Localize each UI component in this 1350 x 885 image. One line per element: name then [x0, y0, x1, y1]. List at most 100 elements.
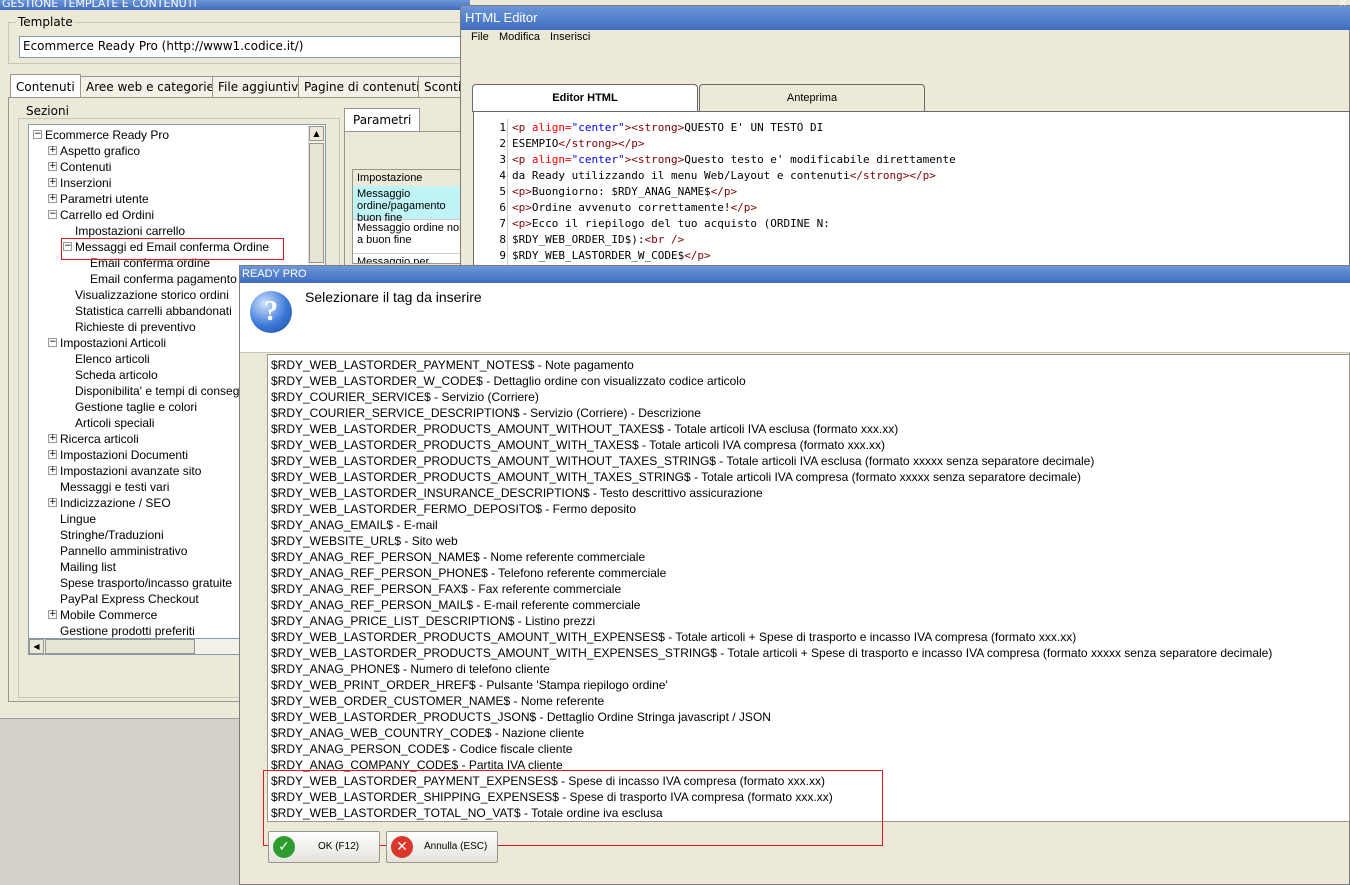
list-item[interactable]: $RDY_WEB_LASTORDER_PRODUCTS_AMOUNT_WITH_…: [271, 629, 1076, 645]
tree-item[interactable]: PayPal Express Checkout: [60, 591, 199, 607]
tree-item[interactable]: Impostazioni carrello: [75, 223, 185, 239]
tree-item[interactable]: Visualizzazione storico ordini: [75, 287, 229, 303]
list-item[interactable]: $RDY_WEB_LASTORDER_INSURANCE_DESCRIPTION…: [271, 485, 763, 501]
expand-icon[interactable]: +: [48, 178, 57, 187]
list-item[interactable]: $RDY_WEB_LASTORDER_PRODUCTS_AMOUNT_WITH_…: [271, 469, 1081, 485]
tree-item[interactable]: Lingue: [60, 511, 96, 527]
expand-icon[interactable]: +: [48, 450, 57, 459]
list-item[interactable]: $RDY_ANAG_REF_PERSON_PHONE$ - Telefono r…: [271, 565, 666, 581]
list-item[interactable]: $RDY_WEB_LASTORDER_W_CODE$ - Dettaglio o…: [271, 373, 746, 389]
list-item[interactable]: $RDY_ANAG_WEB_COUNTRY_CODE$ - Nazione cl…: [271, 725, 584, 741]
tree-item[interactable]: Richieste di preventivo: [75, 319, 196, 335]
code-line[interactable]: ESEMPIO</strong></p>: [512, 136, 644, 152]
expand-icon[interactable]: +: [48, 498, 57, 507]
expand-icon[interactable]: +: [48, 194, 57, 203]
expand-icon[interactable]: +: [48, 610, 57, 619]
tree-item[interactable]: Parametri utente: [60, 191, 149, 207]
tree-item[interactable]: Impostazioni Documenti: [60, 447, 188, 463]
tree-item[interactable]: Scheda articolo: [75, 367, 158, 383]
tree-item[interactable]: Articoli speciali: [75, 415, 154, 431]
list-item[interactable]: $RDY_ANAG_REF_PERSON_FAX$ - Fax referent…: [271, 581, 621, 597]
tree-item[interactable]: Ecommerce Ready Pro: [45, 127, 169, 143]
code-line[interactable]: $RDY_WEB_ORDER_ID$):<br />: [512, 232, 684, 248]
check-icon: ✓: [273, 836, 295, 858]
params-row[interactable]: Messaggio per pagamento: [353, 254, 469, 263]
tree-item[interactable]: Impostazioni avanzate sito: [60, 463, 201, 479]
scroll-thumb[interactable]: [309, 143, 324, 263]
tree-item[interactable]: Spese trasporto/incasso gratuite: [60, 575, 232, 591]
tree-item[interactable]: Gestione prodotti preferiti: [60, 623, 195, 639]
collapse-icon[interactable]: −: [33, 130, 42, 139]
list-item[interactable]: $RDY_WEB_LASTORDER_PAYMENT_NOTES$ - Note…: [271, 357, 634, 373]
tab-pagine-di-contenuti[interactable]: Pagine di contenuti: [298, 76, 426, 98]
list-item[interactable]: $RDY_WEB_LASTORDER_FERMO_DEPOSITO$ - Fer…: [271, 501, 636, 517]
code-line[interactable]: <p align="center"><strong>Questo testo e…: [512, 152, 956, 168]
tab-editor-html[interactable]: Editor HTML: [472, 84, 698, 112]
code-token: Questo testo e' modificabile direttament…: [684, 153, 956, 166]
params-row[interactable]: Messaggio ordine/pagamento buon fine: [353, 186, 469, 224]
tree-item[interactable]: Stringhe/Traduzioni: [60, 527, 164, 543]
scroll-left-icon[interactable]: ◀: [29, 639, 44, 654]
tree-item[interactable]: Messaggi e testi vari: [60, 479, 169, 495]
tab-anteprima[interactable]: Anteprima: [699, 84, 925, 112]
list-item[interactable]: $RDY_ANAG_PHONE$ - Numero di telefono cl…: [271, 661, 550, 677]
expand-icon[interactable]: +: [48, 146, 57, 155]
list-item[interactable]: $RDY_WEB_ORDER_CUSTOMER_NAME$ - Nome ref…: [271, 693, 604, 709]
params-row[interactable]: Messaggio ordine non a buon fine: [353, 220, 469, 254]
cancel-button[interactable]: ✕ Annulla (ESC): [386, 831, 498, 863]
code-line[interactable]: <p align="center"><strong>QUESTO E' UN T…: [512, 120, 823, 136]
list-item[interactable]: $RDY_ANAG_EMAIL$ - E-mail: [271, 517, 438, 533]
tab-contenuti[interactable]: Contenuti: [10, 74, 81, 97]
menu-inserisci[interactable]: Inserisci: [550, 31, 590, 43]
tree-item[interactable]: Impostazioni Articoli: [60, 335, 166, 351]
code-line[interactable]: <p>Ordine avvenuto correttamente!</p>: [512, 200, 757, 216]
menu-modifica[interactable]: Modifica: [499, 31, 540, 43]
expand-icon[interactable]: +: [48, 162, 57, 171]
tree-item[interactable]: Statistica carrelli abbandonati: [75, 303, 232, 319]
params-grid[interactable]: Impostazione Messaggio ordine/pagamento …: [352, 169, 470, 264]
tree-item[interactable]: Elenco articoli: [75, 351, 150, 367]
template-select[interactable]: Ecommerce Ready Pro (http://www1.codice.…: [19, 36, 464, 58]
tab-aree-web-e-categorie[interactable]: Aree web e categorie: [80, 76, 220, 98]
tree-item[interactable]: Mobile Commerce: [60, 607, 157, 623]
tree-item[interactable]: Email conferma pagamento: [90, 271, 237, 287]
code-line[interactable]: da Ready utilizzando il menu Web/Layout …: [512, 168, 936, 184]
list-item[interactable]: $RDY_WEB_LASTORDER_PRODUCTS_AMOUNT_WITHO…: [271, 421, 898, 437]
list-item[interactable]: $RDY_WEB_PRINT_ORDER_HREF$ - Pulsante 'S…: [271, 677, 668, 693]
tree-item[interactable]: Inserzioni: [60, 175, 111, 191]
tree-item[interactable]: Gestione taglie e colori: [75, 399, 197, 415]
list-item[interactable]: $RDY_COURIER_SERVICE_DESCRIPTION$ - Serv…: [271, 405, 701, 421]
tree-item[interactable]: Carrello ed Ordini: [60, 207, 154, 223]
list-item[interactable]: $RDY_ANAG_REF_PERSON_NAME$ - Nome refere…: [271, 549, 645, 565]
ok-button[interactable]: ✓ OK (F12): [268, 831, 380, 863]
tree-item[interactable]: Mailing list: [60, 559, 116, 575]
tree-item[interactable]: Aspetto grafico: [60, 143, 140, 159]
list-item[interactable]: $RDY_WEBSITE_URL$ - Sito web: [271, 533, 458, 549]
code-line[interactable]: $RDY_WEB_LASTORDER_W_CODE$</p>: [512, 248, 711, 264]
close-icon[interactable]: ×: [1336, 0, 1350, 9]
expand-icon[interactable]: +: [48, 434, 57, 443]
list-item[interactable]: $RDY_WEB_LASTORDER_PRODUCTS_JSON$ - Dett…: [271, 709, 771, 725]
hscroll-thumb[interactable]: [45, 639, 195, 654]
tab-parametri[interactable]: Parametri: [344, 108, 421, 132]
list-item[interactable]: $RDY_ANAG_PERSON_CODE$ - Codice fiscale …: [271, 741, 572, 757]
tab-file-aggiuntivi[interactable]: File aggiuntivi: [212, 76, 308, 98]
expand-icon[interactable]: +: [48, 466, 57, 475]
list-item[interactable]: $RDY_WEB_LASTORDER_PRODUCTS_AMOUNT_WITH_…: [271, 437, 885, 453]
tree-item[interactable]: Contenuti: [60, 159, 111, 175]
list-item[interactable]: $RDY_COURIER_SERVICE$ - Servizio (Corrie…: [271, 389, 539, 405]
scroll-up-icon[interactable]: ▲: [309, 126, 324, 141]
list-item[interactable]: $RDY_ANAG_REF_PERSON_MAIL$ - E-mail refe…: [271, 597, 640, 613]
menu-file[interactable]: File: [471, 31, 489, 43]
code-line[interactable]: <p>Ecco il riepilogo del tuo acquisto (O…: [512, 216, 830, 232]
tree-item[interactable]: Ricerca articoli: [60, 431, 139, 447]
collapse-icon[interactable]: −: [48, 210, 57, 219]
collapse-icon[interactable]: −: [48, 338, 57, 347]
code-line[interactable]: <p>Buongiorno: $RDY_ANAG_NAME$</p>: [512, 184, 737, 200]
list-item[interactable]: $RDY_ANAG_PRICE_LIST_DESCRIPTION$ - List…: [271, 613, 595, 629]
list-item[interactable]: $RDY_WEB_LASTORDER_PRODUCTS_AMOUNT_WITHO…: [271, 453, 1094, 469]
tree-item[interactable]: Indicizzazione / SEO: [60, 495, 171, 511]
tree-item[interactable]: Disponibilita' e tempi di consegna: [75, 383, 253, 399]
tree-item[interactable]: Pannello amministrativo: [60, 543, 187, 559]
list-item[interactable]: $RDY_WEB_LASTORDER_PRODUCTS_AMOUNT_WITH_…: [271, 645, 1272, 661]
